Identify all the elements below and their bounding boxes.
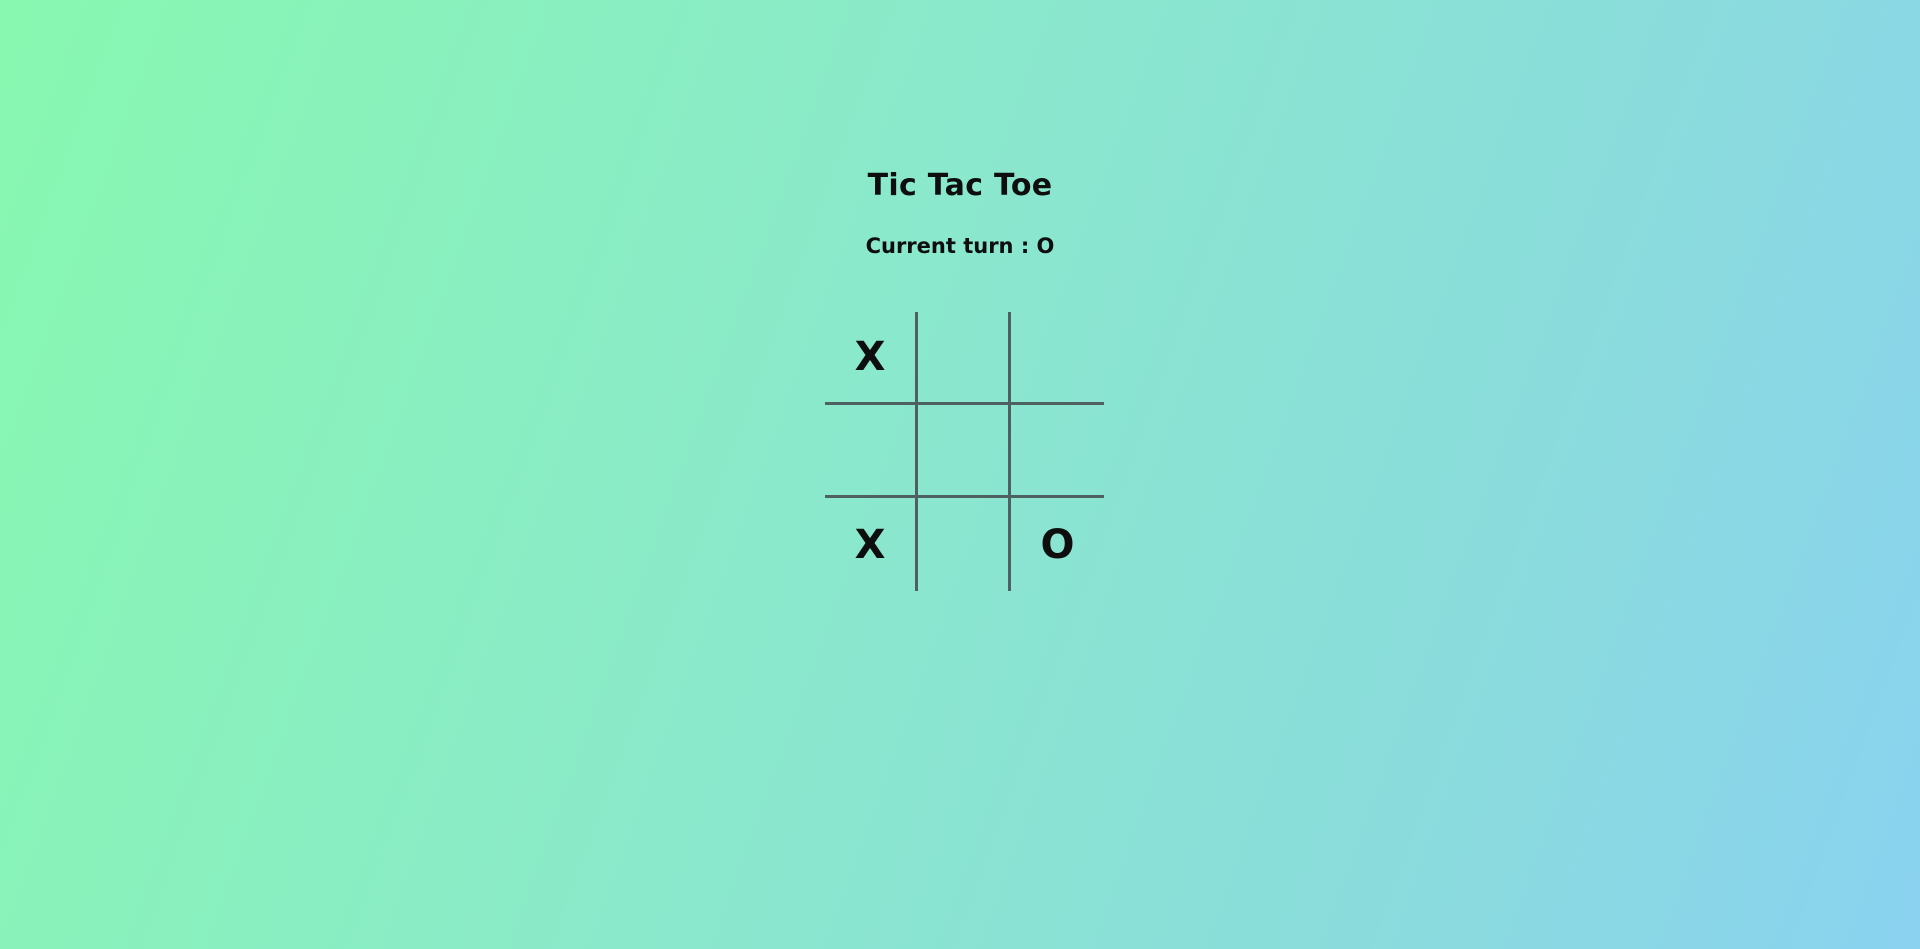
board-cell-r3-c3[interactable]: O [1011,498,1104,591]
page-title: Tic Tac Toe [867,168,1053,203]
tic-tac-toe-game: Tic Tac Toe Current turn : O X X O [0,0,1920,949]
board-cell-r2-c2[interactable] [918,405,1011,498]
board-cell-r2-c1[interactable] [825,405,918,498]
board-cell-r3-c2[interactable] [918,498,1011,591]
board-cell-r1-c3[interactable] [1011,312,1104,405]
board-cell-r3-c1[interactable]: X [825,498,918,591]
board-cell-r2-c3[interactable] [1011,405,1104,498]
current-turn-status: Current turn : O [865,234,1055,258]
board-cell-r1-c2[interactable] [918,312,1011,405]
game-board: X X O [825,312,1104,591]
board-cell-r1-c1[interactable]: X [825,312,918,405]
